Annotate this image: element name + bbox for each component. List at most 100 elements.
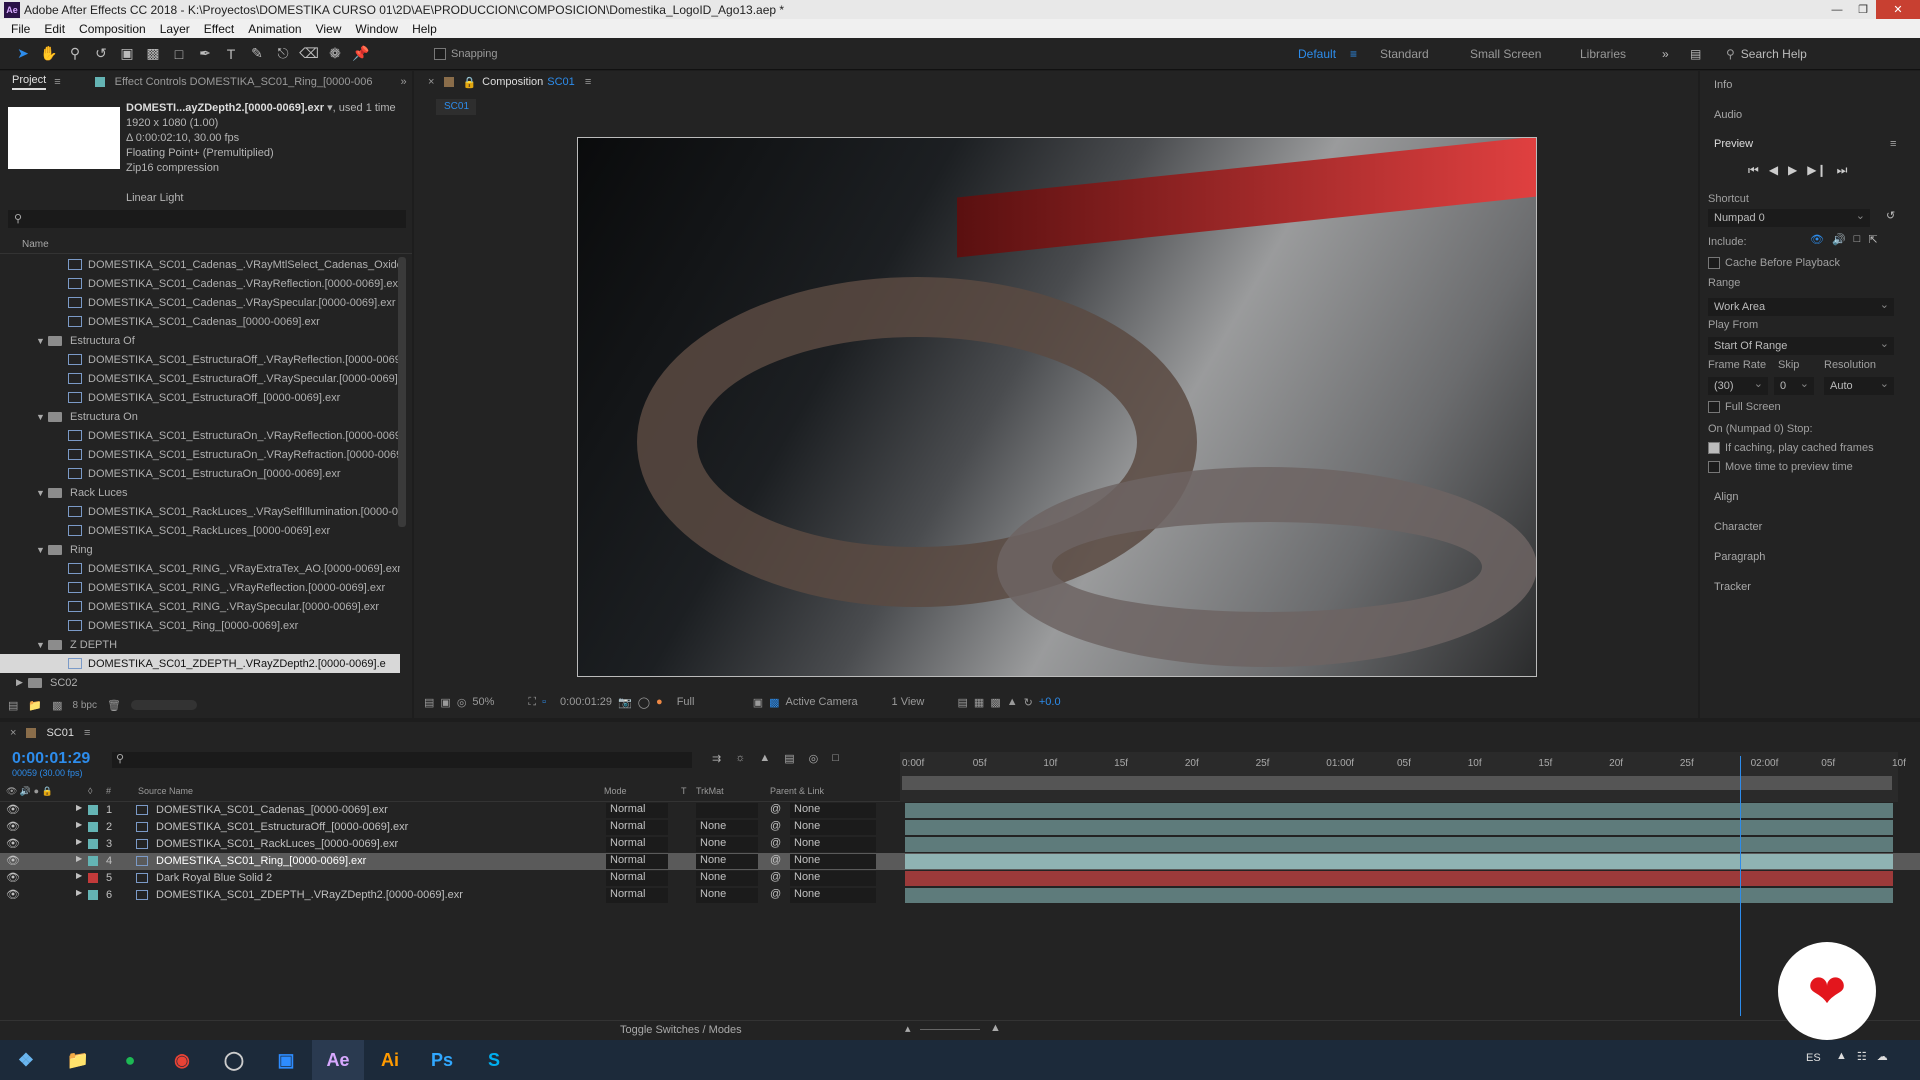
close-tab-icon[interactable]: × [428,76,434,88]
menu-window[interactable]: Window [348,22,405,36]
project-folder[interactable]: ▼ Estructura On [0,407,400,426]
project-folder[interactable]: ▼ Estructura Of [0,331,400,350]
visibility-icon[interactable]: 👁 [6,854,20,867]
tab-project[interactable]: Project [12,74,47,90]
restore-button[interactable]: ❐ [1850,0,1876,19]
frame-blending-icon[interactable]: ▤ [784,752,794,765]
expand-layer-icon[interactable]: ▶ [76,820,82,829]
preview-panel-header[interactable]: Preview [1714,138,1753,150]
audio-panel-header[interactable]: Audio [1714,109,1742,121]
roto-brush-tool-icon[interactable]: ❁ [325,44,345,64]
label-color-swatch[interactable] [88,822,98,832]
more-tabs-icon[interactable]: » [401,76,407,88]
panel-menu-icon[interactable]: ≡ [54,76,60,88]
channel-icon[interactable]: ● [656,696,663,708]
full-screen-checkbox[interactable]: Full Screen [1708,401,1781,414]
mode-dropdown[interactable]: Normal [606,871,668,886]
workspace-libraries[interactable]: Libraries [1580,38,1626,70]
layer-duration-bar[interactable] [905,871,1893,886]
tracker-panel-header[interactable]: Tracker [1714,581,1751,593]
flowchart-icon[interactable]: ▲ [1007,696,1018,708]
project-item[interactable]: DOMESTIKA_SC01_Ring_[0000-0069].exr [0,616,400,635]
info-panel-header[interactable]: Info [1714,79,1732,91]
column-parent[interactable]: Parent & Link [770,786,824,796]
region-of-interest-icon[interactable]: ▣ [753,696,763,709]
project-item[interactable]: DOMESTIKA_SC01_EstructuraOn_.VRayReflect… [0,426,400,445]
safe-zones-icon[interactable]: ⛶ [528,696,536,709]
transparency-grid-icon[interactable]: ▩ [769,696,779,709]
include-video-icon[interactable]: 👁 [1810,233,1824,246]
project-item[interactable]: DOMESTIKA_SC01_ZDEPTH_.VRayZDepth2.[0000… [0,654,400,673]
disclosure-triangle-icon[interactable]: ▼ [36,412,48,422]
project-search-input[interactable]: ⚲ [8,210,406,228]
close-button[interactable]: ✕ [1876,0,1920,19]
project-item[interactable]: DOMESTIKA_SC01_EstructuraOff_.VRayReflec… [0,350,400,369]
eraser-tool-icon[interactable]: ⌫ [299,44,319,64]
export-icon[interactable]: ⇱ [1868,233,1877,246]
pickwhip-icon[interactable]: @ [770,888,781,900]
bpc-label[interactable]: 8 bpc [73,700,97,711]
pickwhip-icon[interactable]: @ [770,803,781,815]
layer-duration-bar[interactable] [905,820,1893,835]
layer-duration-bar[interactable] [905,803,1893,818]
project-folder[interactable]: ▼ Rack Luces [0,483,400,502]
project-item[interactable]: DOMESTIKA_SC01_RING_.VRayReflection.[000… [0,578,400,597]
panel-menu-icon[interactable]: ≡ [585,76,591,88]
trkmat-dropdown[interactable]: None [696,820,758,835]
project-item[interactable]: DOMESTIKA_SC01_RackLuces_.VRaySelfIllumi… [0,502,400,521]
project-item[interactable]: DOMESTIKA_SC01_EstructuraOff_[0000-0069]… [0,388,400,407]
expand-layer-icon[interactable]: ▶ [76,837,82,846]
pickwhip-icon[interactable]: @ [770,820,781,832]
expand-layer-icon[interactable]: ▶ [76,854,82,863]
timeline-search-input[interactable]: ⚲ [112,752,692,768]
disclosure-triangle-icon[interactable]: ▶ [16,677,28,688]
tray-cloud-icon[interactable]: ☁ [1877,1050,1888,1063]
tray-expand-icon[interactable]: ▲ [1836,1050,1847,1063]
column-source-name[interactable]: Source Name [138,786,193,796]
language-indicator[interactable]: ES [1806,1052,1821,1064]
menu-edit[interactable]: Edit [37,22,72,36]
grid-icon[interactable]: ▫ [542,696,546,708]
menu-layer[interactable]: Layer [153,22,197,36]
tab-effect-controls[interactable]: Effect Controls DOMESTIKA_SC01_Ring_[000… [115,76,373,88]
last-frame-icon[interactable]: ⏭ [1837,163,1848,178]
if-caching-checkbox[interactable]: If caching, play cached frames [1708,442,1874,455]
trkmat-dropdown[interactable]: None [696,854,758,869]
timeline-icon[interactable]: ▩ [990,696,1000,709]
monitor-icon[interactable]: ▣ [440,696,450,709]
layer-name[interactable]: DOMESTIKA_SC01_ZDEPTH_.VRayZDepth2.[0000… [156,889,463,901]
taskbar-photoshop-icon[interactable]: Ps [416,1040,468,1080]
parent-dropdown[interactable]: None [790,803,876,818]
expand-layer-icon[interactable]: ▶ [76,871,82,880]
trkmat-dropdown[interactable] [696,803,758,818]
layer-name[interactable]: DOMESTIKA_SC01_Ring_[0000-0069].exr [156,855,366,867]
search-help-field[interactable]: ⚲ Search Help [1722,38,1912,70]
project-item[interactable]: DOMESTIKA_SC01_Cadenas_[0000-0069].exr [0,312,400,331]
layer-duration-bar[interactable] [905,837,1893,852]
taskbar-explorer-icon[interactable]: 📁 [52,1040,104,1080]
pen-tool-icon[interactable]: ✒ [195,44,215,64]
include-audio-icon[interactable]: 🔊 [1832,233,1846,246]
skip-dropdown[interactable]: 0 [1774,377,1814,395]
column-mode[interactable]: Mode [604,786,627,796]
reset-icon[interactable]: ↺ [1886,209,1895,222]
timeline-zoom-slider[interactable] [920,1029,980,1030]
pan-behind-tool-icon[interactable]: ▩ [143,44,163,64]
layer-name[interactable]: DOMESTIKA_SC01_Cadenas_[0000-0069].exr [156,804,388,816]
menu-view[interactable]: View [309,22,349,36]
work-area-bar[interactable] [902,776,1892,790]
zoom-dropdown[interactable]: 50% [472,696,522,708]
expand-layer-icon[interactable]: ▶ [76,803,82,812]
composition-viewer[interactable] [577,137,1537,677]
zoom-in-icon[interactable]: ▲ [990,1022,1001,1034]
previous-frame-icon[interactable]: ◀ [1769,163,1778,178]
disclosure-triangle-icon[interactable]: ▼ [36,488,48,498]
visibility-icon[interactable]: 👁 [6,871,20,884]
disclosure-triangle-icon[interactable]: ▼ [36,545,48,555]
rotation-tool-icon[interactable]: ↺ [91,44,111,64]
label-color-swatch[interactable] [88,839,98,849]
pickwhip-icon[interactable]: @ [770,837,781,849]
trkmat-dropdown[interactable]: None [696,888,758,903]
project-item[interactable]: DOMESTIKA_SC01_RING_.VRaySpecular.[0000-… [0,597,400,616]
layer-name[interactable]: Dark Royal Blue Solid 2 [156,872,272,884]
